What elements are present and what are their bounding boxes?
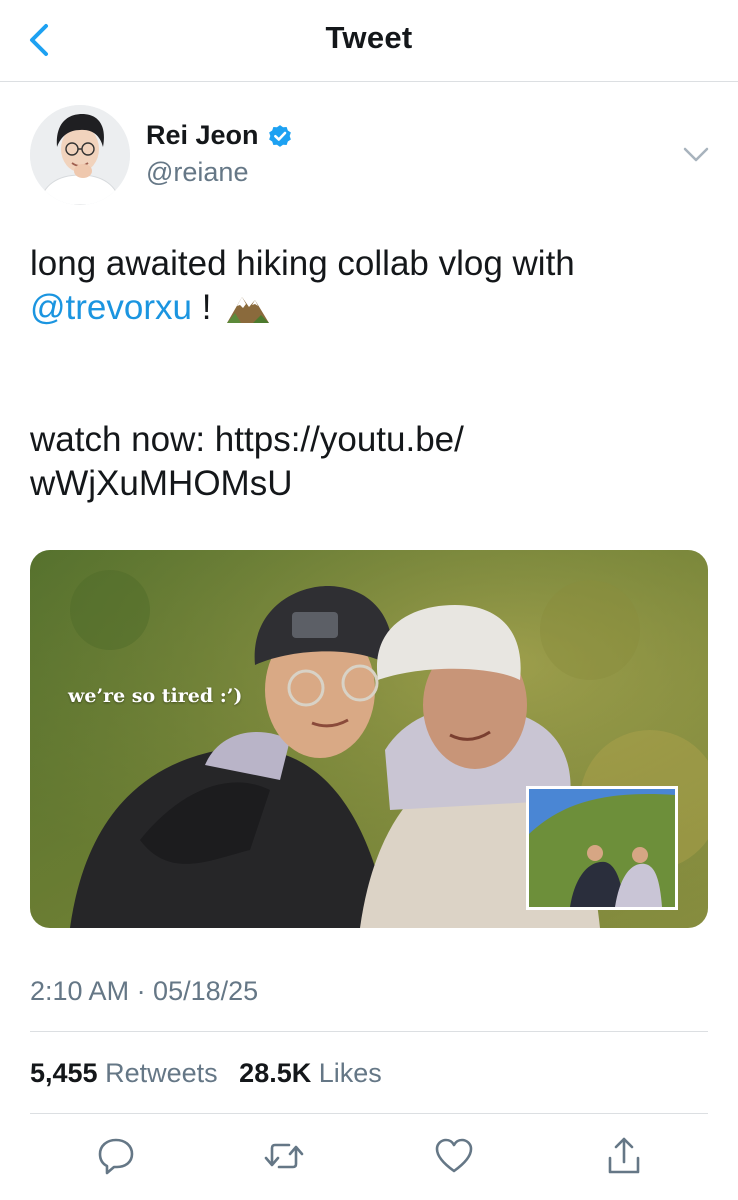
mention-link[interactable]: @trevorxu xyxy=(30,288,192,327)
author-name-row[interactable]: Rei Jeon xyxy=(146,120,294,151)
tweet-text-punctuation: ! xyxy=(191,288,222,327)
chevron-down-icon[interactable] xyxy=(680,142,712,168)
tweet-text-line-1: long awaited hiking collab vlog with xyxy=(30,244,575,283)
likes-label[interactable]: Likes xyxy=(319,1058,382,1088)
page-title: Tweet xyxy=(325,20,413,55)
like-button[interactable] xyxy=(432,1134,476,1178)
tweet-text: long awaited hiking collab vlog with @tr… xyxy=(30,242,710,506)
retweets-label[interactable]: Retweets xyxy=(105,1058,218,1088)
inset-photo xyxy=(526,786,678,910)
divider xyxy=(30,1113,708,1114)
divider xyxy=(30,1031,708,1032)
avatar[interactable] xyxy=(30,105,130,205)
action-bar xyxy=(0,1134,738,1178)
reply-icon xyxy=(98,1138,134,1175)
hiking-photo xyxy=(30,550,708,928)
mountain-emoji-icon xyxy=(227,297,270,323)
likes-count[interactable]: 28.5K xyxy=(239,1058,311,1088)
media-caption: we’re so tired :’) xyxy=(68,685,243,707)
tweet-media-image[interactable]: we’re so tired :’) xyxy=(30,550,708,928)
like-icon xyxy=(435,1138,473,1173)
share-icon xyxy=(608,1137,640,1174)
tweet-text-line-4[interactable]: wWjXuMHOMsU xyxy=(30,462,710,506)
retweet-button[interactable] xyxy=(262,1134,306,1178)
tweet-timestamp[interactable]: 2:10 AM · 05/18/25 xyxy=(30,976,258,1007)
reply-button[interactable] xyxy=(94,1134,138,1178)
retweets-count[interactable]: 5,455 xyxy=(30,1058,98,1088)
tweet-text-line-3[interactable]: watch now: https://youtu.be/ xyxy=(30,418,710,462)
tweet-stats: 5,455 Retweets 28.5K Likes xyxy=(30,1058,396,1089)
tweet-text-line-2: @trevorxu ! xyxy=(30,286,710,330)
retweet-icon xyxy=(264,1143,304,1169)
verified-badge-icon xyxy=(268,124,291,147)
tweet-header: Rei Jeon @reiane xyxy=(0,100,738,210)
avatar-image xyxy=(30,105,130,205)
author-handle[interactable]: @reiane xyxy=(146,157,248,188)
author-name[interactable]: Rei Jeon xyxy=(146,120,259,151)
share-button[interactable] xyxy=(602,1134,646,1178)
nav-bar: Tweet xyxy=(0,0,738,82)
